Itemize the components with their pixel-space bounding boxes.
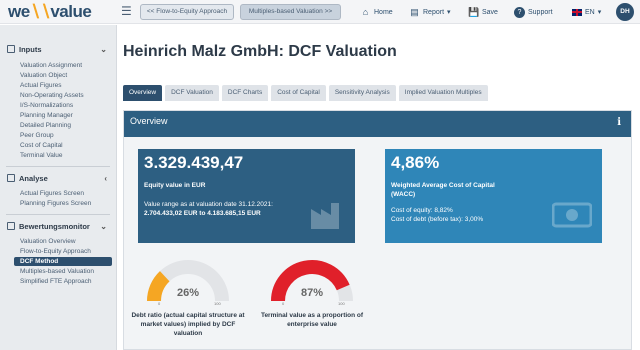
- prev-approach-button[interactable]: << Flow-to-Equity Approach: [140, 4, 234, 20]
- language-select[interactable]: EN ▾: [572, 5, 601, 19]
- chevron-down-icon: ⌄: [100, 221, 107, 231]
- avatar[interactable]: DH: [616, 3, 634, 21]
- terminal-value-gauge: 87% 0 100 Terminal value as a proportion…: [261, 259, 363, 328]
- terminal-value-caption: Terminal value as a proportion of enterp…: [260, 312, 364, 328]
- page-title: Heinrich Malz GmbH: DCF Valuation: [123, 43, 397, 60]
- tab-implied-valuation-multiples[interactable]: Implied Valuation Multiples: [398, 85, 488, 101]
- sidebar-item-actual-figures-screen[interactable]: Actual Figures Screen: [20, 189, 84, 198]
- chevron-left-icon: ‹: [104, 173, 107, 183]
- tab-overview[interactable]: Overview: [123, 85, 163, 101]
- home-label: Home: [374, 8, 393, 16]
- monitor-icon: [7, 222, 15, 230]
- sidebar-item-actual-figures[interactable]: Actual Figures: [20, 81, 62, 90]
- debt-ratio-gauge: 26% 0 100 Debt ratio (actual capital str…: [131, 259, 245, 337]
- question-icon: ?: [514, 6, 525, 18]
- equity-value: 3.329.439,47: [144, 153, 244, 172]
- sidebar-item-non-operating-assets[interactable]: Non-Operating Assets: [20, 91, 84, 100]
- chevron-down-icon: ▾: [447, 9, 451, 16]
- sidebar-item-cost-of-capital[interactable]: Cost of Capital: [20, 141, 63, 150]
- tab-sensitivity-analysis[interactable]: Sensitivity Analysis: [328, 85, 396, 101]
- wacc-value: 4,86%: [391, 153, 440, 172]
- next-approach-button[interactable]: Multiples-based Valuation >>: [240, 4, 341, 20]
- wacc-card: 4,86% Weighted Average Cost of Capital (…: [385, 149, 602, 243]
- support-link[interactable]: ? Support: [514, 5, 553, 19]
- sidebar-item-flow-to-equity[interactable]: Flow-to-Equity Approach: [20, 247, 91, 256]
- sidebar-item-is-normalizations[interactable]: I/S-Normalizations: [20, 101, 73, 110]
- home-link[interactable]: ⌂ Home: [360, 5, 393, 19]
- panel-header: Overview i: [124, 111, 631, 137]
- save-button[interactable]: 💾 Save: [468, 5, 498, 19]
- sidebar-item-valuation-assignment[interactable]: Valuation Assignment: [20, 61, 82, 70]
- money-icon: [552, 202, 592, 228]
- language-label: EN: [585, 8, 595, 16]
- panel-title: Overview: [130, 116, 168, 126]
- terminal-value-percent: 87%: [300, 287, 324, 299]
- overview-panel: Overview i 3.329.439,47 Equity value in …: [123, 110, 632, 350]
- logo[interactable]: we∖∖value: [8, 2, 92, 22]
- sidebar-item-terminal-value[interactable]: Terminal Value: [20, 151, 63, 160]
- support-label: Support: [528, 8, 553, 16]
- factory-icon: [311, 203, 339, 229]
- equity-value-label: Equity value in EUR: [144, 182, 206, 189]
- uk-flag-icon: [572, 8, 582, 16]
- sidebar: Inputs ⌄ Valuation Assignment Valuation …: [0, 25, 117, 350]
- report-icon: ▤: [410, 6, 419, 17]
- gauge-min-label: 0: [158, 301, 161, 306]
- top-bar: we∖∖value ☰ << Flow-to-Equity Approach M…: [0, 0, 640, 24]
- chevron-down-icon: ⌄: [100, 44, 107, 54]
- sidebar-divider: [6, 214, 110, 215]
- report-menu[interactable]: ▤ Report ▾: [409, 5, 451, 19]
- tab-cost-of-capital[interactable]: Cost of Capital: [271, 85, 326, 101]
- info-icon[interactable]: i: [617, 116, 621, 130]
- sidebar-item-dcf-method[interactable]: DCF Method: [14, 257, 112, 266]
- edit-icon: [7, 45, 15, 53]
- save-icon: 💾: [468, 6, 480, 17]
- report-label: Report: [423, 8, 445, 16]
- home-icon: ⌂: [362, 6, 369, 17]
- sidebar-section-inputs[interactable]: Inputs ⌄: [7, 43, 107, 55]
- sidebar-item-valuation-overview[interactable]: Valuation Overview: [20, 237, 76, 246]
- sidebar-item-valuation-object[interactable]: Valuation Object: [20, 71, 67, 80]
- sidebar-section-analyse[interactable]: Analyse ‹: [7, 172, 107, 184]
- debt-ratio-percent: 26%: [176, 287, 200, 299]
- sidebar-divider: [6, 166, 110, 167]
- equity-value-card: 3.329.439,47 Equity value in EUR Value r…: [138, 149, 355, 243]
- sidebar-item-planning-manager[interactable]: Planning Manager: [20, 111, 73, 120]
- sidebar-item-peer-group[interactable]: Peer Group: [20, 131, 54, 140]
- save-label: Save: [482, 8, 498, 16]
- gauge-max-label: 100: [214, 301, 221, 306]
- tab-bar: Overview DCF Valuation DCF Charts Cost o…: [123, 85, 488, 101]
- sidebar-section-bewertungsmonitor[interactable]: Bewertungsmonitor ⌄: [7, 220, 107, 232]
- tab-dcf-charts[interactable]: DCF Charts: [221, 85, 269, 101]
- wacc-label: Weighted Average Cost of Capital (WACC): [391, 182, 495, 198]
- sidebar-item-simplified-fte[interactable]: Simplified FTE Approach: [20, 277, 92, 286]
- gauge-min-label: 0: [282, 301, 285, 306]
- chart-icon: [7, 174, 15, 182]
- debt-ratio-caption: Debt ratio (actual capital structure at …: [131, 312, 245, 337]
- sidebar-item-planning-figures-screen[interactable]: Planning Figures Screen: [20, 199, 91, 208]
- sidebar-item-multiples-valuation[interactable]: Multiples-based Valuation: [20, 267, 94, 276]
- menu-icon[interactable]: ☰: [121, 5, 132, 17]
- chevron-down-icon: ▾: [597, 9, 602, 16]
- sidebar-item-detailed-planning[interactable]: Detailed Planning: [20, 121, 71, 130]
- tab-dcf-valuation[interactable]: DCF Valuation: [165, 85, 219, 101]
- gauge-max-label: 100: [338, 301, 345, 306]
